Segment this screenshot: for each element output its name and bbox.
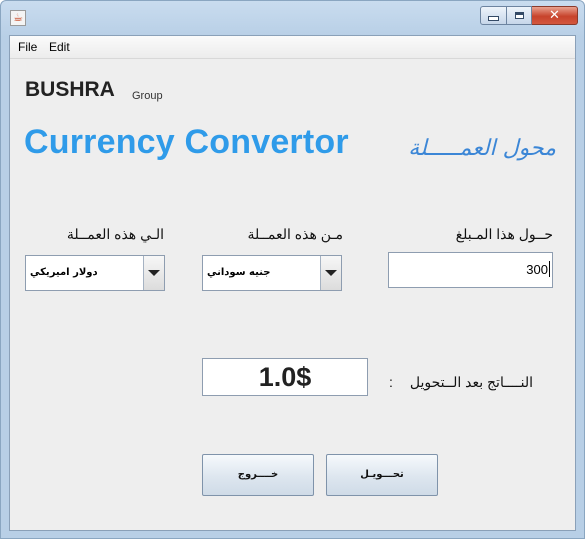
from-currency-value: جنيه سوداني [207,267,271,278]
from-currency-select[interactable]: جنيه سوداني [202,255,342,291]
result-label: النــــاتج بعد الــتحويل [409,374,533,390]
convert-button[interactable]: تحـــويـل [326,454,438,496]
to-currency-select[interactable]: دولار اميريكي [25,255,165,291]
result-colon: : [389,374,393,390]
arabic-title: محول العمـــــلة [408,136,556,161]
brand-group: Group [132,90,163,102]
result-field: 1.0$ [202,358,368,396]
menu-bar: File Edit [10,36,575,59]
exit-button[interactable]: خــــروج [202,454,314,496]
to-currency-label: الـي هذه العمــلة [66,226,164,242]
content-pane: File Edit BUSHRA Group Currency Converto… [9,35,576,531]
amount-input[interactable]: 300 [388,252,553,288]
close-icon: ✕ [549,8,560,23]
chevron-down-icon [325,270,337,276]
brand-name: BUSHRA [25,78,115,101]
from-currency-dropdown-button[interactable] [320,256,341,290]
window-controls: ✕ [480,6,578,25]
menu-file[interactable]: File [18,40,37,54]
title-bar[interactable]: ☕ ✕ [1,1,584,35]
java-icon: ☕ [10,10,26,26]
page-title: Currency Convertor [24,123,349,161]
amount-label: حــول هذا المـبلغ [455,226,553,242]
app-window: ☕ ✕ File Edit BUSHRA Group Currency Conv… [0,0,585,539]
maximize-icon [514,12,524,19]
from-currency-label: مـن هذه العمــلة [247,226,343,242]
amount-value: 300 [526,262,548,277]
to-currency-value: دولار اميريكي [30,267,98,278]
menu-edit[interactable]: Edit [49,40,70,54]
close-button[interactable]: ✕ [532,6,578,25]
maximize-button[interactable] [507,6,532,25]
minimize-icon [488,16,499,21]
chevron-down-icon [148,270,160,276]
text-caret [549,261,550,277]
to-currency-dropdown-button[interactable] [143,256,164,290]
minimize-button[interactable] [480,6,507,25]
